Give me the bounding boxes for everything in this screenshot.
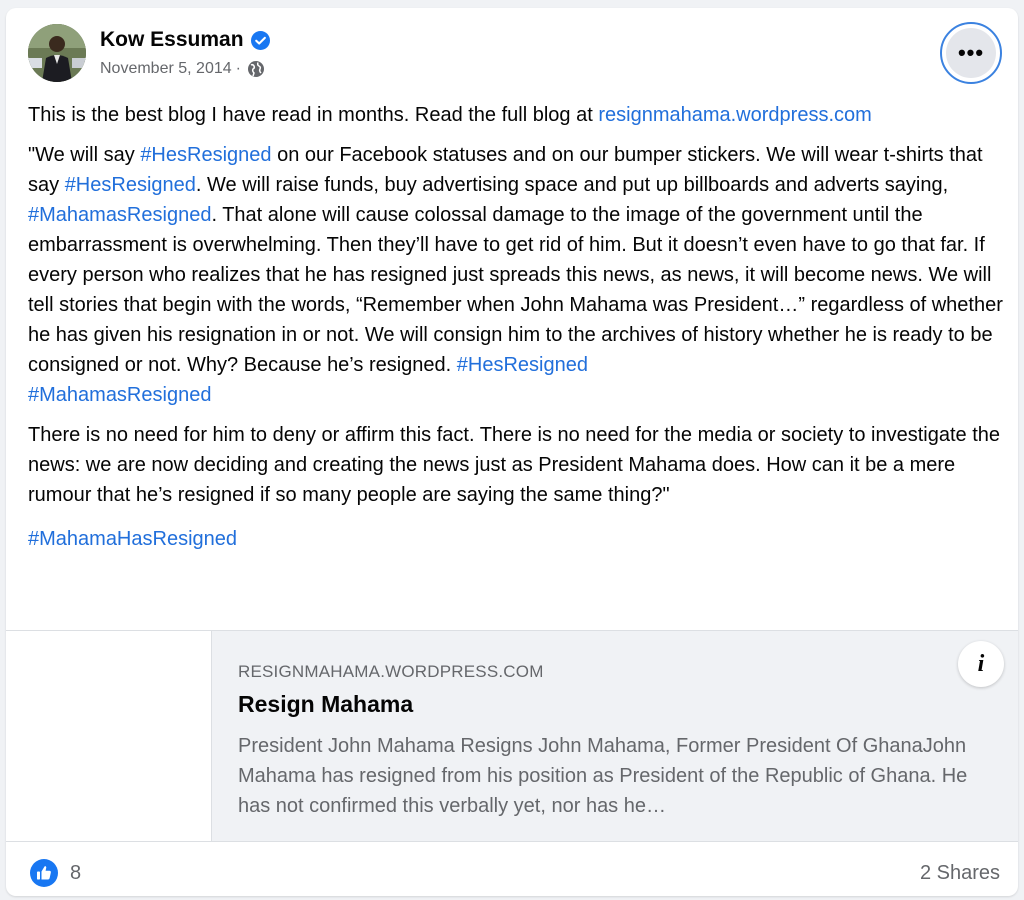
post-footer: 8 2 Shares	[6, 842, 1018, 896]
quote-paragraph: "We will say #HesResigned on our Faceboo…	[28, 140, 1008, 410]
quote-text-4: . That alone will cause colossal damage …	[28, 204, 1003, 376]
hashtag-mahamasresigned-1[interactable]: #MahamasResigned	[28, 204, 211, 226]
like-count[interactable]: 8	[70, 862, 81, 885]
more-options-button[interactable]: •••	[940, 22, 1002, 84]
hashtag-hesresigned-2[interactable]: #HesResigned	[65, 174, 196, 196]
more-options-icon: •••	[946, 28, 996, 78]
post-text: This is the best blog I have read in mon…	[28, 100, 1008, 564]
preview-description: President John Mahama Resigns John Maham…	[238, 735, 968, 817]
post-meta: November 5, 2014 ·	[100, 60, 265, 78]
quote-text-3: . We will raise funds, buy advertising s…	[195, 174, 949, 196]
hashtag-mahamahasresigned[interactable]: #MahamaHasResigned	[28, 528, 237, 550]
meta-separator: ·	[235, 60, 241, 77]
preview-title[interactable]: Resign Mahama	[238, 691, 413, 718]
avatar[interactable]	[28, 24, 86, 82]
shares-count[interactable]: 2 Shares	[920, 862, 1000, 885]
preview-domain: RESIGNMAHAMA.WORDPRESS.COM	[238, 662, 544, 681]
blog-link[interactable]: resignmahama.wordpress.com	[598, 104, 871, 126]
author-name[interactable]: Kow Essuman	[100, 28, 244, 52]
hashtag-mahamasresigned-2[interactable]: #MahamasResigned	[28, 384, 211, 406]
final-hashtag-paragraph: #MahamaHasResigned	[28, 524, 1008, 554]
intro-text: This is the best blog I have read in mon…	[28, 104, 599, 126]
quote-text-1: "We will say	[28, 144, 141, 166]
post-date[interactable]: November 5, 2014	[100, 60, 232, 78]
info-icon[interactable]: i	[958, 641, 1004, 687]
post-header: Kow Essuman November 5, 2014 · •••	[6, 8, 1018, 92]
globe-icon	[247, 60, 265, 78]
verified-badge-icon	[250, 30, 270, 50]
third-paragraph: There is no need for him to deny or affi…	[28, 424, 1000, 506]
like-reaction-icon[interactable]	[30, 859, 58, 887]
hashtag-hesresigned-1[interactable]: #HesResigned	[140, 144, 271, 166]
post-card: Kow Essuman November 5, 2014 · ••• This …	[6, 8, 1018, 896]
link-preview[interactable]: RESIGNMAHAMA.WORDPRESS.COM Resign Mahama…	[6, 630, 1018, 842]
preview-thumbnail	[6, 631, 212, 841]
intro-paragraph: This is the best blog I have read in mon…	[28, 100, 1008, 130]
author-line: Kow Essuman	[100, 28, 270, 52]
hashtag-hesresigned-3[interactable]: #HesResigned	[457, 354, 588, 376]
avatar-photo	[28, 24, 86, 82]
